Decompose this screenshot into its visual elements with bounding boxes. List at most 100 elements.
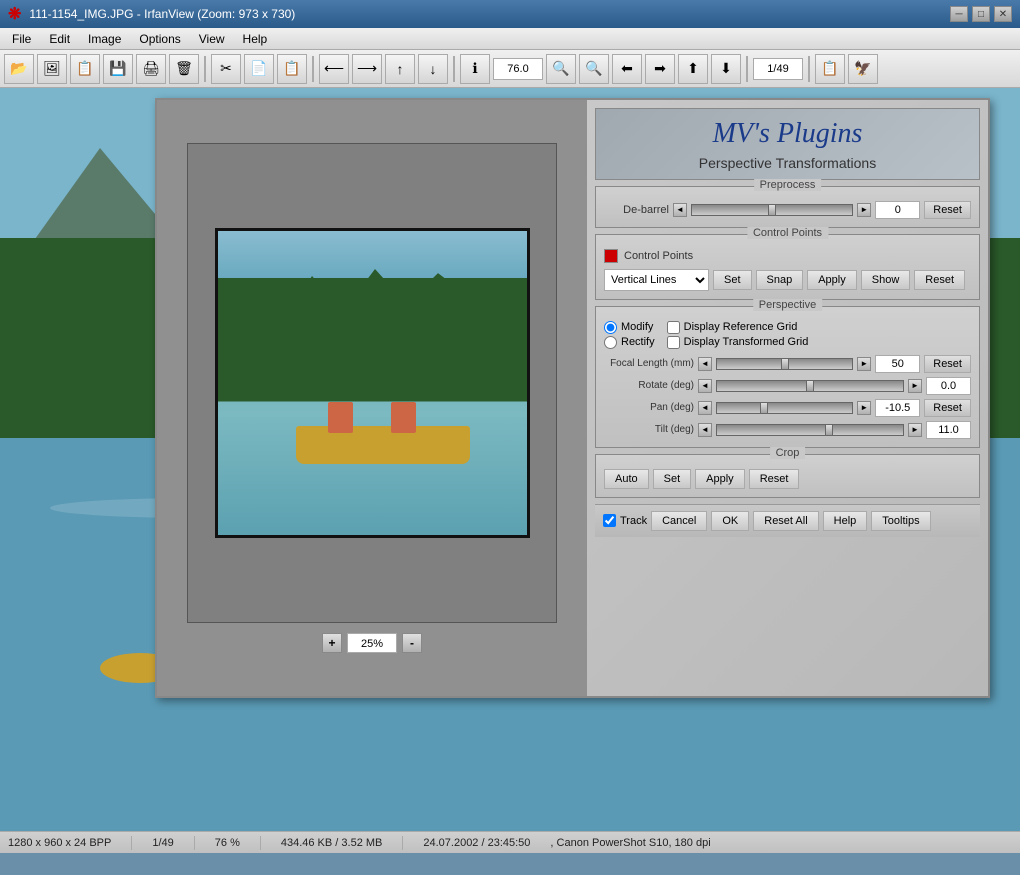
copy2-button[interactable]: 📋 [815,54,845,84]
prev-button[interactable]: ⟵ [319,54,349,84]
browse-button[interactable]: 📋 [70,54,100,84]
focal-reset-button[interactable]: Reset [924,355,971,373]
modify-label: Modify [621,321,653,333]
back-button[interactable]: ⬅ [612,54,642,84]
forest-background [218,231,530,538]
zoom-minus-button[interactable]: - [402,633,422,653]
display-ref-grid-checkbox[interactable] [667,321,680,334]
debarrel-right-arrow[interactable]: ► [857,203,871,217]
tilt-left-arrow[interactable]: ◄ [698,423,712,437]
menu-help[interactable]: Help [235,30,276,48]
start-button[interactable]: ⬆ [678,54,708,84]
open-button[interactable]: 📂 [4,54,34,84]
menu-view[interactable]: View [191,30,233,48]
show-button[interactable]: Show [861,270,911,290]
rotate-slider[interactable] [716,380,904,392]
crop-apply-button[interactable]: Apply [695,469,745,489]
zoom-input[interactable]: 76.0 [493,58,543,80]
cut-button[interactable]: ✂ [211,54,241,84]
perspective-section: Perspective Modify Rectify [595,306,980,448]
help-button[interactable]: Help [823,511,868,531]
auto-button[interactable]: Auto [604,469,649,489]
info-button[interactable]: 🗑 [169,54,199,84]
debarrel-reset-button[interactable]: Reset [924,201,971,219]
debarrel-slider[interactable] [691,204,853,216]
pan-left-arrow[interactable]: ◄ [698,401,712,415]
tilt-value-input[interactable]: 11.0 [926,421,971,439]
tilt-slider[interactable] [716,424,904,436]
restore-button[interactable]: □ [972,6,990,22]
control-points-dropdown[interactable]: Vertical Lines Horizontal Lines Grid [604,269,709,291]
bird-icon[interactable]: 🦅 [848,54,878,84]
zoom-plus-button[interactable]: + [322,633,342,653]
zoom-in-button[interactable]: 🔍 [546,54,576,84]
focal-thumb[interactable] [781,358,789,370]
paste-button[interactable]: 📋 [277,54,307,84]
debarrel-thumb[interactable] [768,204,776,216]
track-checkbox-container: Track [603,514,647,527]
preview-image-container [187,143,557,623]
set-button[interactable]: Set [713,270,752,290]
focal-left-arrow[interactable]: ◄ [698,357,712,371]
rectify-radio[interactable] [604,336,617,349]
display-trans-grid-checkbox[interactable] [667,336,680,349]
tooltips-button[interactable]: Tooltips [871,511,930,531]
ok-button[interactable]: OK [711,511,749,531]
rotate-left-arrow[interactable]: ◄ [698,379,712,393]
copy-button[interactable]: 📄 [244,54,274,84]
reset-all-button[interactable]: Reset All [753,511,818,531]
control-points-section: Control Points Control Points Vertical L… [595,234,980,300]
focal-value-input[interactable]: 50 [875,355,920,373]
next-button[interactable]: ⟶ [352,54,382,84]
menu-file[interactable]: File [4,30,39,48]
info2-button[interactable]: ℹ [460,54,490,84]
crop-reset-button[interactable]: Reset [749,469,800,489]
pan-value-input[interactable]: -10.5 [875,399,920,417]
reset-control-button[interactable]: Reset [914,270,965,290]
focal-slider[interactable] [716,358,853,370]
rotate-value-input[interactable]: 0.0 [926,377,971,395]
zoom-out-button[interactable]: 🔍 [579,54,609,84]
crop-set-button[interactable]: Set [653,469,692,489]
rotate-right-arrow[interactable]: ► [908,379,922,393]
cancel-button[interactable]: Cancel [651,511,707,531]
end-button[interactable]: ⬇ [711,54,741,84]
rot-ccw-button[interactable]: ↓ [418,54,448,84]
pan-thumb[interactable] [760,402,768,414]
ref-grid-row: Display Reference Grid [667,321,809,334]
rotate-thumb[interactable] [806,380,814,392]
dialog-panel: + 25% - MV's Plugins Perspective Transfo… [155,98,990,698]
thumbnail-button[interactable]: 🖼 [37,54,67,84]
nav-input[interactable]: 1/49 [753,58,803,80]
forward-button[interactable]: ➡ [645,54,675,84]
status-bar: 1280 x 960 x 24 BPP 1/49 76 % 434.46 KB … [0,831,1020,853]
display-ref-grid-label: Display Reference Grid [684,321,798,333]
modify-radio-row: Modify [604,321,655,334]
title-bar: ❋ 111-1154_IMG.JPG - IrfanView (Zoom: 97… [0,0,1020,28]
modify-radio[interactable] [604,321,617,334]
save-button[interactable]: 💾 [103,54,133,84]
snap-button[interactable]: Snap [756,270,804,290]
rot-cw-button[interactable]: ↑ [385,54,415,84]
pan-slider[interactable] [716,402,853,414]
menu-image[interactable]: Image [80,30,129,48]
tilt-thumb[interactable] [825,424,833,436]
display-trans-grid-label: Display Transformed Grid [684,336,809,348]
status-datetime: 24.07.2002 / 23:45:50 [423,837,530,849]
separator-5 [808,56,810,82]
rectify-radio-row: Rectify [604,336,655,349]
close-button[interactable]: ✕ [994,6,1012,22]
menu-edit[interactable]: Edit [41,30,78,48]
pan-reset-button[interactable]: Reset [924,399,971,417]
menu-options[interactable]: Options [131,30,188,48]
apply-control-button[interactable]: Apply [807,270,857,290]
print-button[interactable]: 🖨 [136,54,166,84]
pan-right-arrow[interactable]: ► [857,401,871,415]
minimize-button[interactable]: ─ [950,6,968,22]
track-checkbox[interactable] [603,514,616,527]
tilt-right-arrow[interactable]: ► [908,423,922,437]
focal-right-arrow[interactable]: ► [857,357,871,371]
main-area: + 25% - MV's Plugins Perspective Transfo… [0,88,1020,853]
debarrel-value-input[interactable]: 0 [875,201,920,219]
debarrel-left-arrow[interactable]: ◄ [673,203,687,217]
